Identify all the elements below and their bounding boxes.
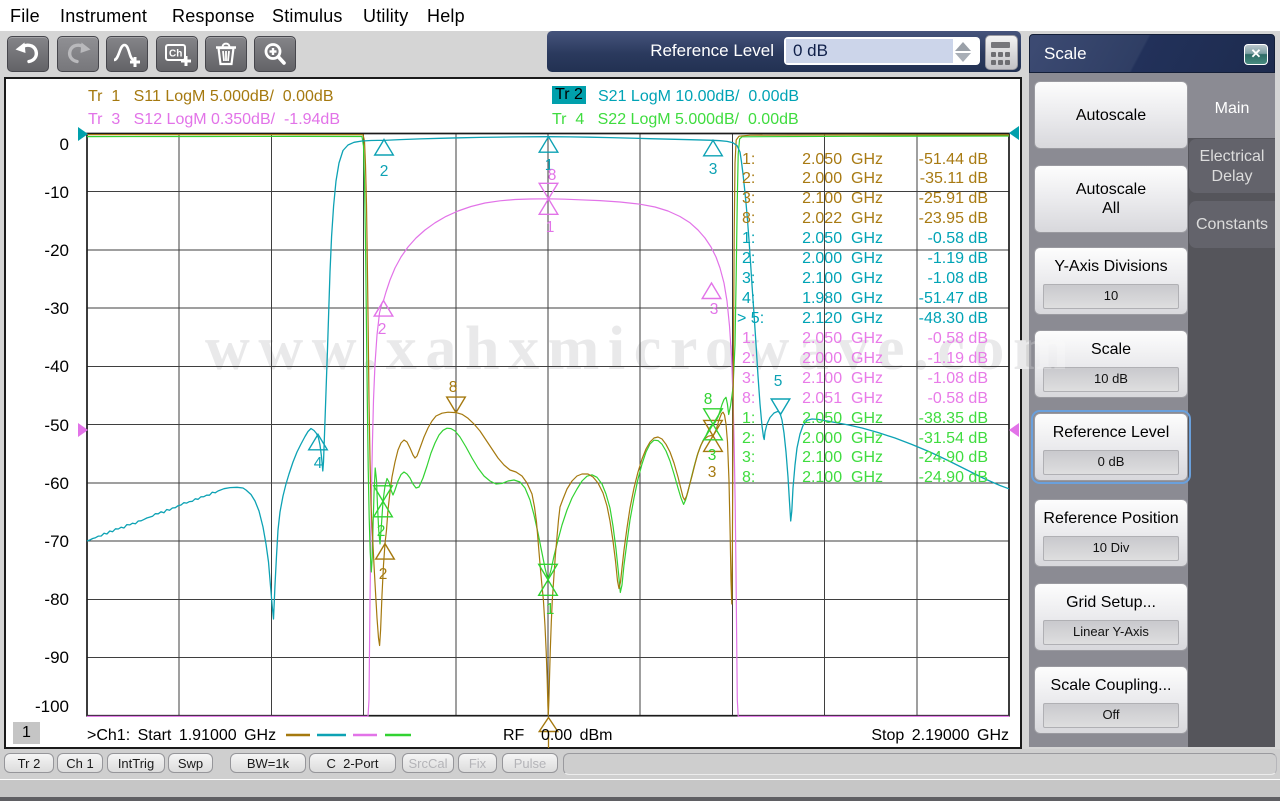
svg-text:Ch: Ch — [169, 49, 182, 60]
